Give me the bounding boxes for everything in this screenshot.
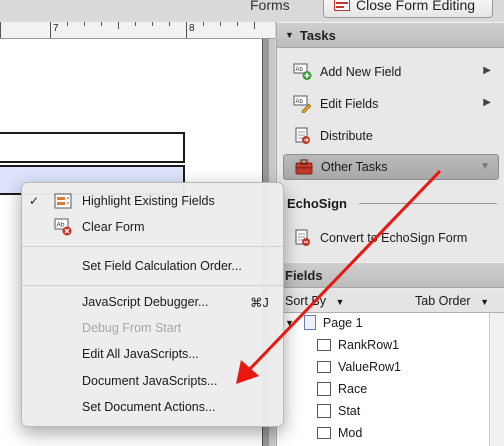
- chevron-down-icon: ▼: [480, 297, 489, 307]
- chevron-right-icon: ▶: [483, 97, 491, 108]
- tree-item-label: RankRow1: [338, 338, 400, 352]
- add-field-icon: Ab: [293, 62, 313, 82]
- form-text-field[interactable]: [0, 132, 185, 163]
- task-convert-echosign[interactable]: Convert to EchoSign Form: [283, 225, 499, 251]
- menu-item-edit-all-js[interactable]: Edit All JavaScripts...: [22, 343, 283, 365]
- text-field-icon: [317, 427, 331, 439]
- fields-tree[interactable]: ▼ Page 1 RankRow1 ValueRow1 Race Stat Mo…: [277, 313, 489, 446]
- tree-item-label: Page 1: [322, 315, 363, 330]
- menu-item-label: Set Field Calculation Order...: [82, 259, 242, 273]
- svg-text:Ab: Ab: [296, 99, 304, 105]
- chevron-right-icon: ▶: [483, 65, 491, 76]
- tree-item-field[interactable]: ValueRow1: [317, 360, 401, 374]
- menu-separator: [22, 285, 283, 286]
- fields-sort-bar: Sort By ▼ Tab Order ▼: [277, 290, 504, 313]
- tree-item-field[interactable]: Mod: [317, 426, 362, 440]
- close-form-editing-button[interactable]: Close Form Editing: [323, 0, 493, 18]
- task-label: Other Tasks: [321, 160, 388, 174]
- tasks-section-header[interactable]: ▼ Tasks: [277, 22, 504, 48]
- menu-item-document-actions[interactable]: Set Document Actions...: [22, 396, 283, 418]
- echosign-title: EchoSign: [287, 196, 347, 211]
- fields-title: Fields: [285, 267, 323, 283]
- dropdown-field-icon: [317, 404, 331, 418]
- form-icon: [334, 0, 350, 11]
- menu-item-highlight-fields[interactable]: ✓ Highlight Existing Fields: [22, 190, 283, 212]
- forms-side-panel: ▼ Tasks Ab Add New Field ▶ Ab Edit Field…: [276, 22, 504, 446]
- menu-item-label: Set Document Actions...: [82, 400, 216, 414]
- sort-by-label: Sort By: [285, 294, 326, 308]
- collapse-triangle-icon: ▼: [285, 30, 294, 40]
- svg-text:Ab: Ab: [296, 67, 304, 73]
- tree-item-field[interactable]: Stat: [317, 404, 360, 418]
- menu-item-label: Debug From Start: [82, 321, 182, 335]
- tree-item-page[interactable]: ▼ Page 1: [285, 315, 363, 330]
- menu-item-label: Document JavaScripts...: [82, 374, 218, 388]
- tasks-title: Tasks: [299, 27, 336, 43]
- divider: [359, 203, 497, 204]
- task-label: Add New Field: [320, 65, 402, 79]
- menu-item-label: Clear Form: [82, 220, 145, 234]
- close-form-editing-label: Close Form Editing: [356, 0, 476, 13]
- tab-order-label: Tab Order: [415, 294, 471, 308]
- menu-separator: [22, 246, 283, 247]
- tree-item-field[interactable]: Race: [317, 382, 367, 396]
- forms-toolbar: Forms Close Form Editing: [0, 0, 504, 22]
- text-field-icon: [317, 361, 331, 373]
- task-label: Edit Fields: [320, 97, 379, 111]
- menu-item-label: JavaScript Debugger...: [82, 295, 209, 309]
- tree-item-label: Race: [338, 382, 368, 396]
- fields-section-header[interactable]: Fields: [277, 262, 504, 288]
- other-tasks-menu: ✓ Highlight Existing Fields Ab Clear For…: [21, 182, 284, 427]
- task-label: Distribute: [320, 129, 373, 143]
- clear-form-icon: Ab: [54, 218, 72, 236]
- task-other-tasks[interactable]: Other Tasks ▼: [283, 154, 499, 180]
- tab-order-dropdown[interactable]: Tab Order ▼: [415, 294, 489, 308]
- edit-fields-icon: Ab: [293, 94, 313, 114]
- tree-item-field[interactable]: RankRow1: [317, 338, 399, 352]
- svg-text:Ab: Ab: [57, 222, 65, 229]
- sort-by-dropdown[interactable]: Sort By ▼: [285, 294, 344, 308]
- chevron-down-icon: ▼: [480, 161, 490, 172]
- ruler-mark: 8: [189, 23, 195, 34]
- menu-item-label: Edit All JavaScripts...: [82, 347, 199, 361]
- chevron-down-icon: ▼: [335, 297, 345, 307]
- dropdown-field-icon: [317, 382, 331, 396]
- task-distribute[interactable]: Distribute: [283, 123, 499, 149]
- task-label: Convert to EchoSign Form: [320, 231, 468, 245]
- text-field-icon: [317, 339, 331, 351]
- toolbox-icon: [294, 157, 314, 177]
- forms-label: Forms: [250, 0, 290, 13]
- menu-item-label: Highlight Existing Fields: [82, 194, 215, 208]
- menu-item-calc-order[interactable]: Set Field Calculation Order...: [22, 255, 283, 277]
- horizontal-ruler: 7 8: [0, 22, 275, 39]
- tree-item-label: Stat: [338, 404, 361, 418]
- checkmark-icon: ✓: [29, 194, 40, 208]
- page-icon: [303, 315, 316, 330]
- menu-item-js-debugger[interactable]: JavaScript Debugger... ⌘J: [22, 291, 283, 313]
- expand-triangle-icon: ▼: [285, 317, 294, 328]
- task-add-new-field[interactable]: Ab Add New Field ▶: [283, 59, 499, 85]
- task-edit-fields[interactable]: Ab Edit Fields ▶: [283, 91, 499, 117]
- menu-item-clear-form[interactable]: Ab Clear Form: [22, 216, 283, 238]
- fields-scrollbar[interactable]: [489, 313, 504, 446]
- menu-item-debug-from-start: Debug From Start: [22, 317, 283, 339]
- echosign-convert-icon: [293, 228, 313, 248]
- menu-shortcut: ⌘J: [250, 295, 269, 310]
- tree-item-label: Mod: [338, 426, 363, 440]
- tree-item-label: ValueRow1: [338, 360, 402, 374]
- distribute-icon: [293, 126, 313, 146]
- ruler-mark: 7: [53, 23, 59, 34]
- menu-item-document-js[interactable]: Document JavaScripts...: [22, 370, 283, 392]
- highlight-fields-icon: [54, 193, 72, 209]
